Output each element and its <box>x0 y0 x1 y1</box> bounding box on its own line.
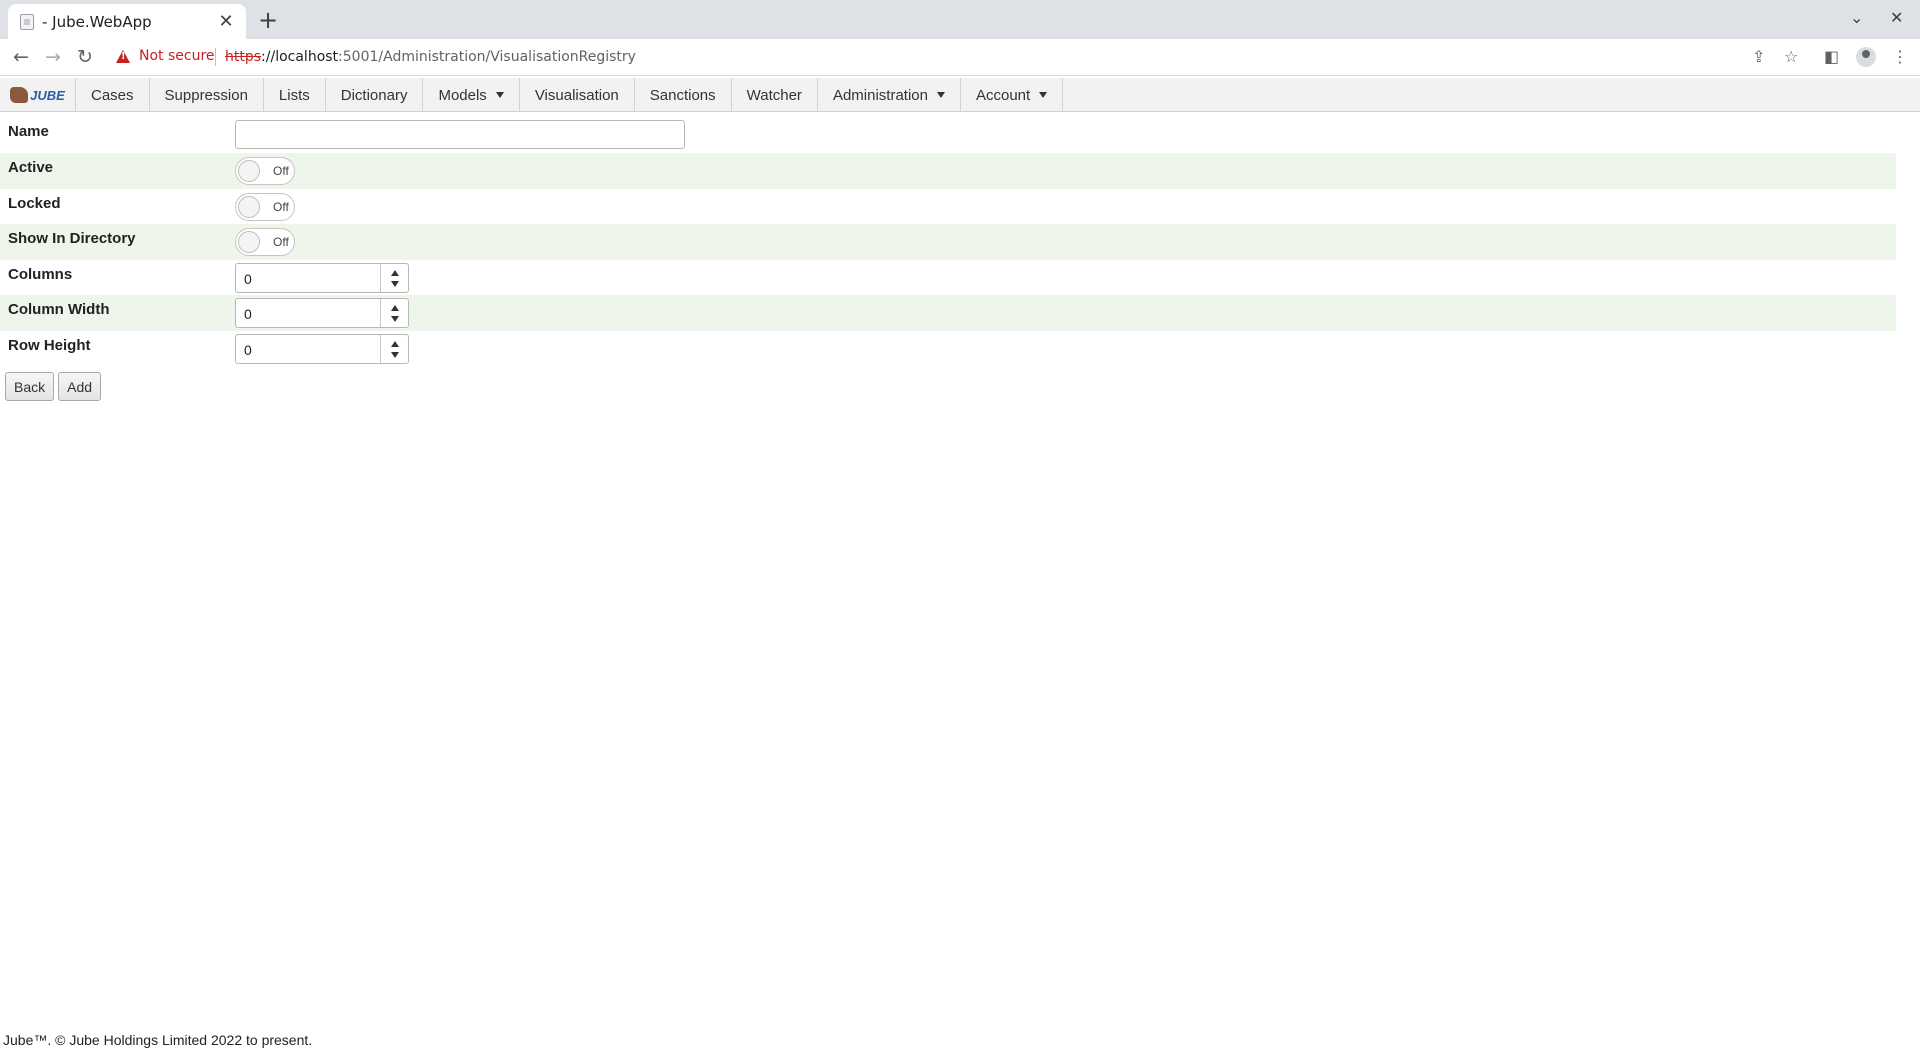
spinner-icon[interactable] <box>380 263 408 292</box>
nav-label: Models <box>438 86 487 104</box>
toggle-knob <box>238 231 260 253</box>
browser-toolbar: ← → ↻ Not secure https://localhost:5001/… <box>0 39 1920 76</box>
logo-link[interactable]: JUBE <box>0 78 76 112</box>
nav-account[interactable]: Account <box>961 78 1064 112</box>
page-favicon-icon <box>20 13 34 30</box>
form-row-active: Active Off <box>0 153 1896 189</box>
nav-label: Administration <box>832 86 928 104</box>
nav-label: Suppression <box>164 86 248 104</box>
toggle-knob <box>238 160 260 182</box>
form-row-column-width: Column Width 0 <box>0 295 1896 331</box>
form-row-show-in-directory: Show In Directory Off <box>0 224 1896 260</box>
window-close-icon[interactable]: ✕ <box>1890 8 1903 27</box>
nav-label: Account <box>975 86 1031 104</box>
nav-label: Lists <box>278 86 310 104</box>
dropdown-caret-icon <box>936 92 945 98</box>
footer-copyright: Jube™. © Jube Holdings Limited 2022 to p… <box>3 1032 313 1048</box>
bookmark-star-icon[interactable]: ☆ <box>1784 47 1798 66</box>
columns-label: Columns <box>8 265 73 283</box>
nav-sanctions[interactable]: Sanctions <box>635 78 732 112</box>
url-path: :5001/Administration/VisualisationRegist… <box>338 49 636 65</box>
nav-label: Visualisation <box>534 86 619 104</box>
show-in-directory-label: Show In Directory <box>8 230 136 247</box>
url-host: ://localhost <box>261 49 339 65</box>
nav-administration[interactable]: Administration <box>818 78 961 112</box>
nav-cases[interactable]: Cases <box>76 78 150 112</box>
address-bar[interactable]: https://localhost:5001/Administration/Vi… <box>225 49 636 65</box>
locked-toggle[interactable]: Off <box>235 192 295 221</box>
security-indicator[interactable]: Not secure <box>116 48 215 64</box>
form-row-name: Name <box>0 117 1896 153</box>
toggle-knob <box>238 195 260 218</box>
column-width-input[interactable]: 0 <box>235 298 409 328</box>
visualisation-registry-form: Name Active Off Locked Off Show In Direc… <box>0 117 1896 366</box>
nav-lists[interactable]: Lists <box>264 78 326 112</box>
browser-tab[interactable]: - Jube.WebApp ✕ <box>8 4 246 39</box>
tab-close-icon[interactable]: ✕ <box>216 11 236 32</box>
nav-dictionary[interactable]: Dictionary <box>326 78 424 112</box>
spinner-icon[interactable] <box>380 334 408 363</box>
back-arrow-icon[interactable]: ← <box>9 45 33 69</box>
share-icon[interactable]: ⇪ <box>1752 47 1765 66</box>
show-in-directory-toggle[interactable]: Off <box>235 228 295 256</box>
name-label: Name <box>8 123 49 140</box>
jube-logo: JUBE <box>10 87 65 103</box>
nav-label: Dictionary <box>340 86 408 104</box>
tab-title: - Jube.WebApp <box>42 12 152 31</box>
toggle-state: Off <box>273 164 289 178</box>
locked-label: Locked <box>8 194 61 212</box>
back-button[interactable]: Back <box>5 372 55 401</box>
side-panel-icon[interactable]: ◧ <box>1824 47 1839 66</box>
browser-tabstrip: - Jube.WebApp ✕ + ⌄ ✕ <box>0 0 1920 39</box>
columns-input[interactable]: 0 <box>235 262 409 293</box>
column-width-value: 0 <box>244 306 252 322</box>
browser-menu-icon[interactable]: ⋮ <box>1892 47 1908 66</box>
form-row-row-height: Row Height 0 <box>0 331 1896 367</box>
warning-icon <box>116 49 130 63</box>
toggle-state: Off <box>273 199 289 214</box>
nav-watcher[interactable]: Watcher <box>732 78 818 112</box>
nav-visualisation[interactable]: Visualisation <box>520 78 635 112</box>
toggle-state: Off <box>273 235 289 249</box>
active-toggle[interactable]: Off <box>235 157 295 185</box>
url-scheme: https <box>225 49 262 65</box>
row-height-value: 0 <box>244 341 252 358</box>
nav-label: Watcher <box>746 86 802 104</box>
new-tab-button[interactable]: + <box>258 6 278 34</box>
columns-value: 0 <box>244 270 252 287</box>
column-width-label: Column Width <box>8 301 110 318</box>
row-height-label: Row Height <box>8 336 91 354</box>
nav-label: Cases <box>91 86 134 104</box>
spinner-icon[interactable] <box>380 299 408 327</box>
nav-suppression[interactable]: Suppression <box>150 78 264 112</box>
active-label: Active <box>8 159 54 176</box>
reload-icon[interactable]: ↻ <box>73 45 97 69</box>
security-label: Not secure <box>139 48 215 64</box>
form-row-columns: Columns 0 <box>0 260 1896 296</box>
nav-label: Sanctions <box>649 86 716 104</box>
tab-search-icon[interactable]: ⌄ <box>1850 8 1863 27</box>
profile-avatar-icon[interactable] <box>1856 47 1876 67</box>
forward-arrow-icon[interactable]: → <box>41 45 65 69</box>
dropdown-caret-icon <box>1039 92 1048 98</box>
app-navbar: JUBE Cases Suppression Lists Dictionary … <box>0 78 1920 112</box>
dropdown-caret-icon <box>495 92 504 98</box>
url-separator <box>215 48 216 66</box>
form-actions: Back Add <box>5 372 102 401</box>
nav-models[interactable]: Models <box>423 78 520 112</box>
add-button[interactable]: Add <box>58 372 102 401</box>
form-row-locked: Locked Off <box>0 189 1896 225</box>
name-input[interactable] <box>235 120 685 149</box>
row-height-input[interactable]: 0 <box>235 333 409 364</box>
